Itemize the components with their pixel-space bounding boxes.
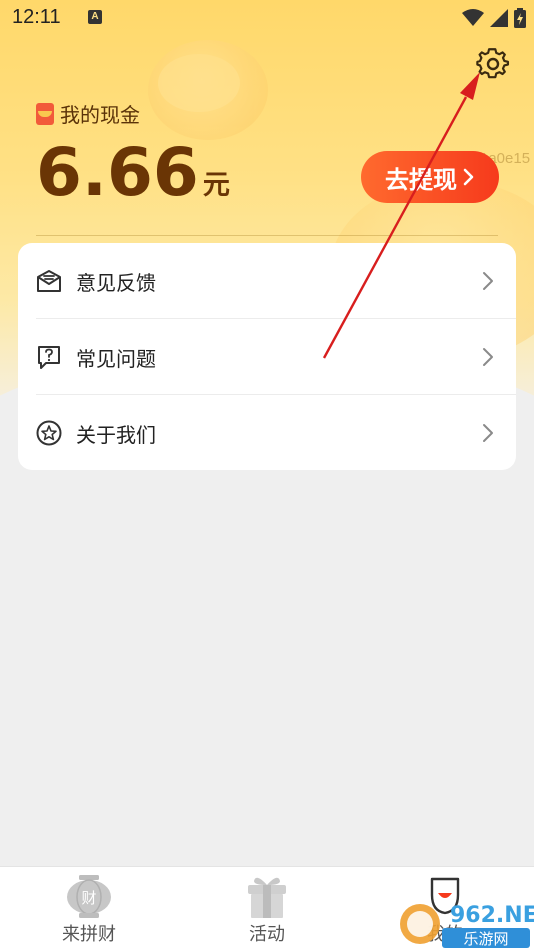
tab-activity[interactable]: 活动: [178, 867, 356, 951]
lantern-icon: 财: [67, 875, 111, 918]
amount-value: 6.66: [36, 134, 199, 211]
chevron-right-icon: [483, 424, 493, 442]
divider: [36, 235, 498, 236]
menu-item-feedback[interactable]: 意见反馈: [18, 243, 516, 319]
battery-icon: [514, 8, 526, 28]
withdraw-button[interactable]: 去提现: [361, 151, 499, 203]
cash-label-row: 我的现金: [36, 99, 140, 128]
watermark-top: 962.NET: [450, 903, 534, 928]
watermark-bottom: 乐游网: [463, 930, 508, 948]
system-icons: [462, 8, 526, 28]
cash-amount: 6.66 元: [36, 140, 230, 206]
wifi-icon: [462, 9, 484, 26]
gift-icon: [248, 877, 286, 918]
menu-item-faq[interactable]: 常见问题: [18, 319, 516, 395]
menu-item-label: 常见问题: [76, 346, 156, 371]
status-time: 12:11: [12, 6, 61, 28]
question-bubble-icon: [38, 346, 60, 369]
red-packet-icon: [36, 102, 54, 125]
tab-label: 来拼财: [62, 924, 116, 945]
chevron-right-icon: [463, 168, 474, 186]
menu-card: 意见反馈 常见问题 关于我们: [18, 243, 516, 470]
menu-item-label: 关于我们: [76, 422, 156, 447]
chevron-right-icon: [483, 348, 493, 366]
tab-laipincai[interactable]: 财 来拼财: [0, 867, 178, 951]
a-notification-icon: A: [88, 10, 102, 24]
star-circle-icon: [36, 420, 62, 446]
chevron-right-icon: [483, 272, 493, 290]
status-bar: 12:11 A: [0, 0, 534, 36]
tab-label: 活动: [249, 924, 285, 945]
amount-unit: 元: [202, 170, 230, 201]
feedback-envelope-icon: [37, 270, 61, 292]
menu-item-about[interactable]: 关于我们: [18, 395, 516, 470]
site-watermark: 962.NET 乐游网: [400, 903, 534, 948]
cash-label: 我的现金: [60, 103, 140, 127]
svg-text:财: 财: [81, 889, 96, 907]
withdraw-label: 去提现: [385, 165, 457, 194]
coin-decoration: [148, 40, 268, 140]
menu-item-label: 意见反馈: [76, 270, 156, 295]
signal-icon: [490, 9, 508, 27]
gear-icon[interactable]: [476, 47, 510, 81]
